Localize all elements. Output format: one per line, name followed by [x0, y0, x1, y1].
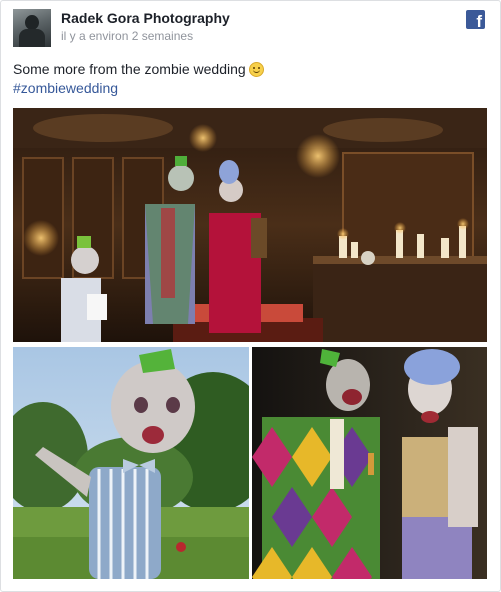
facebook-post-card: Radek Gora Photography il y a environ 2 …: [0, 0, 501, 592]
profile-avatar[interactable]: [13, 9, 51, 47]
post-author-name[interactable]: Radek Gora Photography: [61, 10, 230, 26]
photo-zombie-wedding-couple-cutting-cake[interactable]: [13, 108, 487, 342]
post-timestamp[interactable]: il y a environ 2 semaines: [61, 29, 193, 43]
smiley-face-emoji-icon: [248, 62, 264, 77]
post-text-content: Some more from the zombie wedding: [13, 61, 246, 77]
photo-zombie-bride-and-groom[interactable]: [252, 347, 487, 579]
post-text: Some more from the zombie wedding: [13, 60, 483, 79]
hashtag-link[interactable]: #zombiewedding: [13, 79, 118, 98]
facebook-icon[interactable]: f: [466, 10, 485, 29]
photo-zombie-child-blue-striped-outfit[interactable]: [13, 347, 249, 579]
